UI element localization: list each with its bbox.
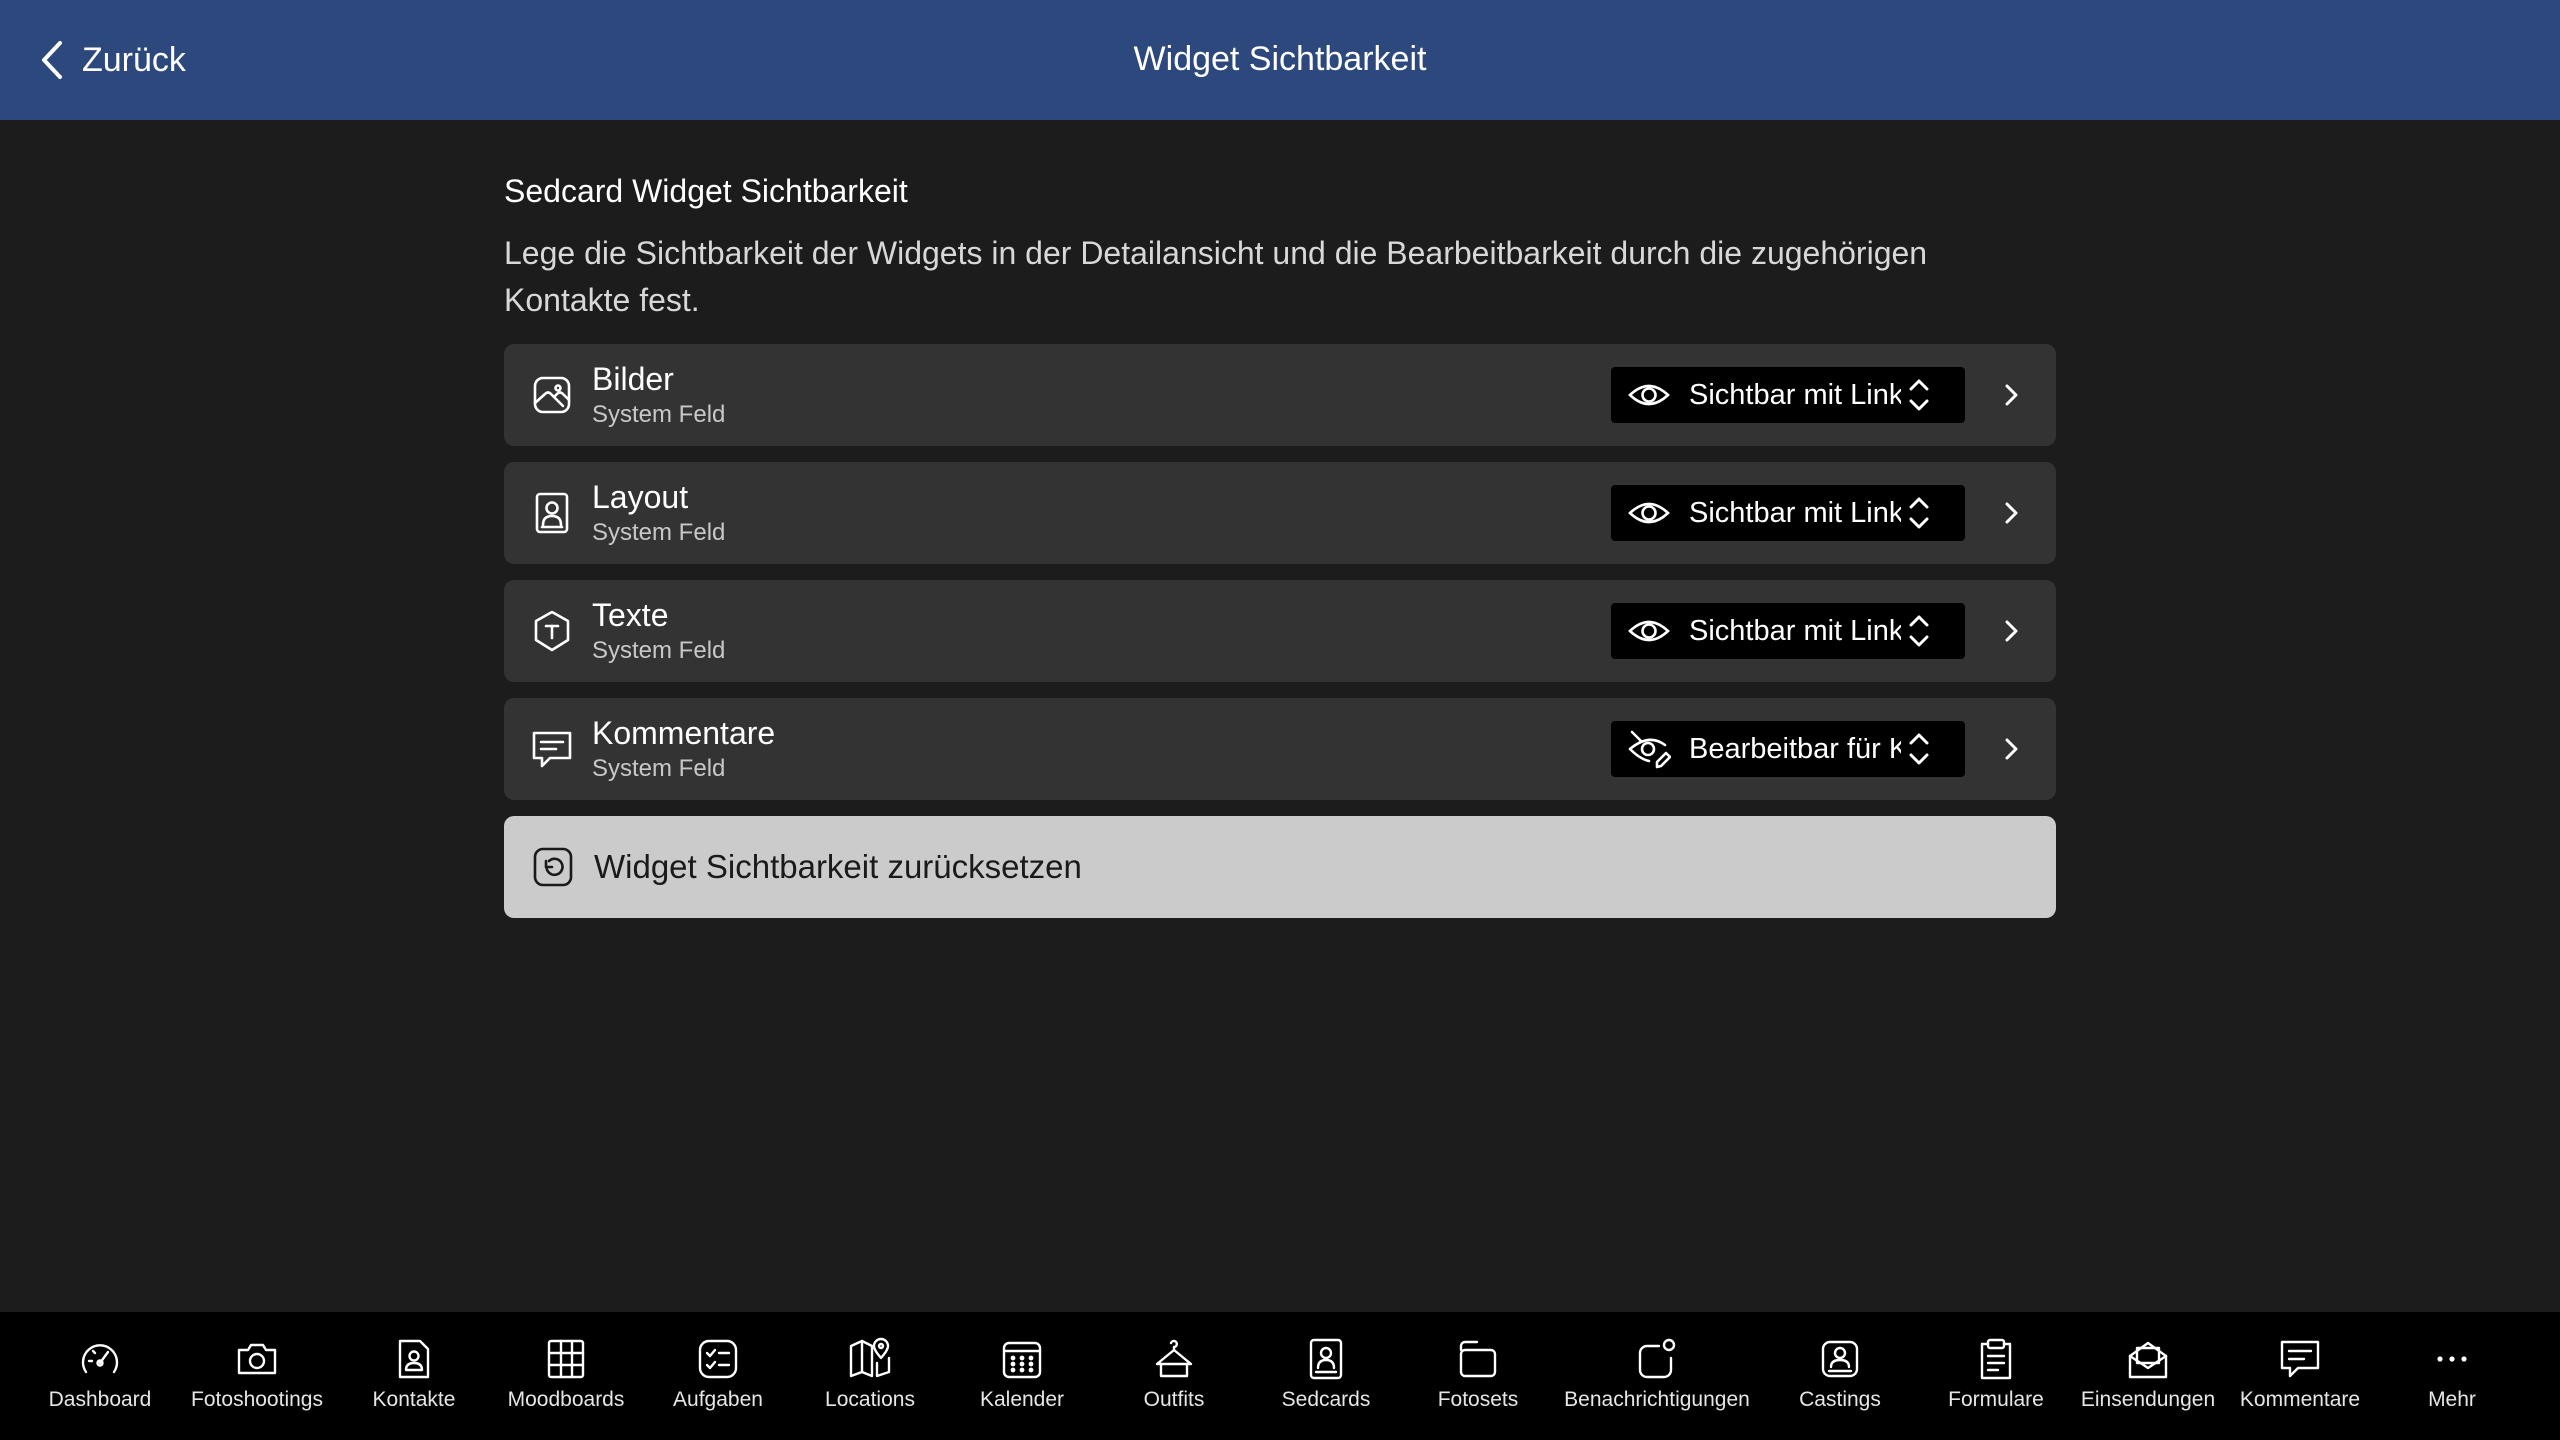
chevron-right-icon[interactable] <box>1994 614 2028 648</box>
more-dots-icon <box>2429 1336 2475 1382</box>
envelope-icon <box>2125 1336 2171 1382</box>
tab-fotosets[interactable]: Fotosets <box>1426 1312 1530 1440</box>
tab-kalender[interactable]: Kalender <box>922 1312 1122 1440</box>
chevron-right-icon[interactable] <box>1994 732 2028 766</box>
text-hexagon-icon <box>530 609 574 653</box>
tab-sedcards[interactable]: Sedcards <box>1226 1312 1426 1440</box>
widget-subtitle: System Feld <box>592 401 726 428</box>
back-label: Zurück <box>82 40 186 79</box>
tab-aufgaben[interactable]: Aufgaben <box>618 1312 818 1440</box>
contact-icon <box>391 1336 437 1382</box>
widget-subtitle: System Feld <box>592 637 726 664</box>
tab-kontakte[interactable]: Kontakte <box>314 1312 514 1440</box>
visibility-select[interactable]: Bearbeitbar für K <box>1611 721 1965 777</box>
tab-fotoshootings[interactable]: Fotoshootings <box>191 1312 323 1440</box>
casting-icon <box>1817 1336 1863 1382</box>
chevron-up-down-icon <box>1909 379 1929 411</box>
eye-icon <box>1627 491 1671 535</box>
widget-row-bilder[interactable]: Bilder System Feld Sichtbar mit Link <box>504 344 2056 446</box>
widget-subtitle: System Feld <box>592 519 726 546</box>
chevron-right-icon[interactable] <box>1994 496 2028 530</box>
tab-label: Castings <box>1799 1388 1881 1411</box>
visibility-value: Bearbeitbar für K <box>1689 732 1901 765</box>
tab-outfits[interactable]: Outfits <box>1122 1312 1226 1440</box>
tab-label: Kommentare <box>2239 1388 2361 1411</box>
chevron-up-down-icon <box>1909 733 1929 765</box>
tab-label: Benachrichtigungen <box>1564 1388 1750 1411</box>
visibility-select[interactable]: Sichtbar mit Link <box>1611 603 1965 659</box>
widget-title: Layout <box>592 479 689 515</box>
eye-edit-icon <box>1627 727 1672 771</box>
sedcard-icon <box>1303 1336 1349 1382</box>
visibility-value: Sichtbar mit Link <box>1689 378 1901 411</box>
moodboard-grid-icon <box>543 1336 589 1382</box>
map-pin-icon <box>847 1336 893 1382</box>
bottom-tab-bar: Dashboard Fotoshootings Kontakte Moodboa… <box>0 1312 2560 1440</box>
visibility-select[interactable]: Sichtbar mit Link <box>1611 485 1965 541</box>
back-button[interactable]: Zurück <box>36 34 186 86</box>
tab-label: Locations <box>825 1388 915 1411</box>
reset-label: Widget Sichtbarkeit zurücksetzen <box>594 848 1082 885</box>
chevron-up-down-icon <box>1909 497 1929 529</box>
tab-benachrichtigungen[interactable]: Benachrichtigungen <box>1530 1312 1784 1440</box>
chevron-right-icon[interactable] <box>1994 378 2028 412</box>
shirt-icon <box>1151 1336 1197 1382</box>
tab-moodboards[interactable]: Moodboards <box>508 1312 624 1440</box>
calendar-icon <box>999 1336 1045 1382</box>
photo-stack-icon <box>1455 1336 1501 1382</box>
widget-subtitle: System Feld <box>592 755 726 782</box>
tab-label: Dashboard <box>48 1388 152 1411</box>
tab-label: Mehr <box>2428 1388 2476 1411</box>
widget-title: Kommentare <box>592 715 776 751</box>
tab-label: Aufgaben <box>673 1388 763 1411</box>
tab-label: Formulare <box>1948 1388 2044 1411</box>
comment-icon <box>2277 1336 2323 1382</box>
tab-label: Moodboards <box>507 1388 625 1411</box>
tab-label: Fotoshootings <box>191 1388 323 1411</box>
tab-formulare[interactable]: Formulare <box>1896 1312 2096 1440</box>
widget-row-texte[interactable]: Texte System Feld Sichtbar mit Link <box>504 580 2056 682</box>
widget-title: Texte <box>592 597 669 633</box>
visibility-select[interactable]: Sichtbar mit Link <box>1611 367 1965 423</box>
section-title: Sedcard Widget Sichtbarkeit <box>504 173 908 209</box>
tab-einsendungen[interactable]: Einsendungen <box>2081 1312 2215 1440</box>
portrait-icon <box>530 491 574 535</box>
reset-visibility-button[interactable]: Widget Sichtbarkeit zurücksetzen <box>504 816 2056 918</box>
widget-title: Bilder <box>592 361 674 397</box>
tab-label: Kalender <box>979 1388 1065 1411</box>
tab-label: Kontakte <box>372 1388 456 1411</box>
eye-icon <box>1627 373 1671 417</box>
eye-icon <box>1627 609 1671 653</box>
tab-label: Outfits <box>1143 1388 1205 1411</box>
camera-icon <box>234 1336 280 1382</box>
chevron-up-down-icon <box>1909 615 1929 647</box>
tab-castings[interactable]: Castings <box>1784 1312 1896 1440</box>
clipboard-icon <box>1973 1336 2019 1382</box>
comment-icon <box>530 727 574 771</box>
page-title: Widget Sichtbarkeit <box>1133 40 1427 78</box>
widget-list: Bilder System Feld Sichtbar mit Link Lay… <box>504 344 2056 918</box>
widget-row-layout[interactable]: Layout System Feld Sichtbar mit Link <box>504 462 2056 564</box>
tab-kommentare[interactable]: Kommentare <box>2200 1312 2400 1440</box>
checklist-icon <box>695 1336 741 1382</box>
tab-label: Einsendungen <box>2080 1388 2216 1411</box>
widget-row-kommentare[interactable]: Kommentare System Feld Bearbeitbar für K <box>504 698 2056 800</box>
bell-badge-icon <box>1634 1336 1680 1382</box>
tab-mehr[interactable]: Mehr <box>2400 1312 2504 1440</box>
tab-label: Sedcards <box>1281 1388 1371 1411</box>
tab-dashboard[interactable]: Dashboard <box>0 1312 200 1440</box>
tab-locations[interactable]: Locations <box>818 1312 922 1440</box>
chevron-left-icon <box>42 41 62 79</box>
reset-icon <box>533 847 573 887</box>
top-bar: Zurück Widget Sichtbarkeit <box>0 0 2560 120</box>
tab-label: Fotosets <box>1437 1388 1519 1411</box>
section-intro: Sedcard Widget Sichtbarkeit Lege die Sic… <box>504 170 2056 324</box>
section-description: Lege die Sichtbarkeit der Widgets in der… <box>504 235 1928 318</box>
speedometer-icon <box>77 1336 123 1382</box>
visibility-value: Sichtbar mit Link <box>1689 496 1901 529</box>
visibility-value: Sichtbar mit Link <box>1689 614 1901 647</box>
image-icon <box>530 373 574 417</box>
